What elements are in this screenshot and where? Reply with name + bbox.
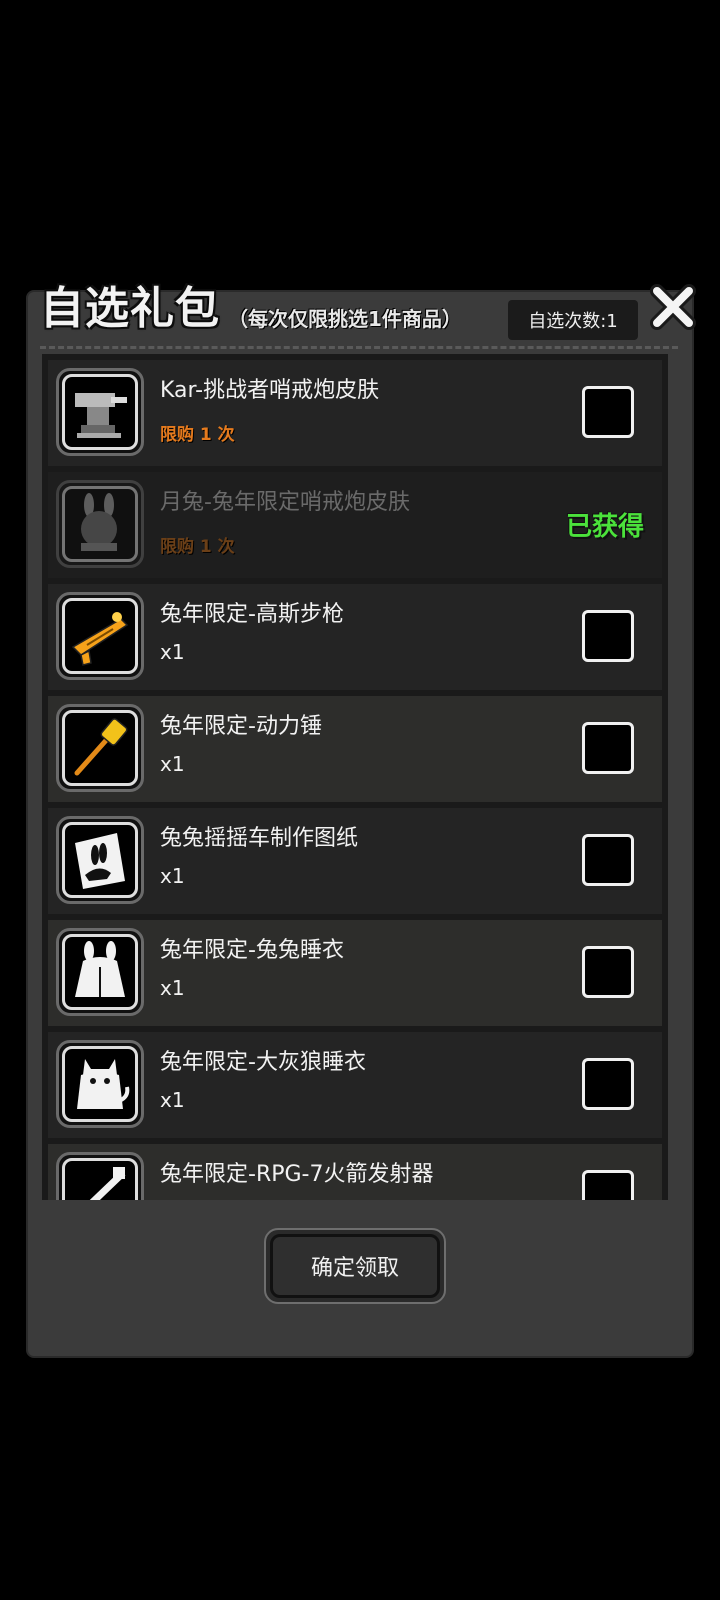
- item-icon-frame: [56, 1152, 144, 1200]
- rpg-launcher-icon: [89, 1167, 126, 1200]
- item-icon-frame: [56, 928, 144, 1016]
- item-icon-frame: [56, 1040, 144, 1128]
- item-quantity: x1: [160, 752, 185, 776]
- item-quantity: x1: [160, 864, 185, 888]
- item-icon-frame: [56, 704, 144, 792]
- item-name: 兔年限定-高斯步枪: [160, 602, 344, 627]
- item-name: 兔年限定-大灰狼睡衣: [160, 1050, 366, 1075]
- item-name: 兔年限定-动力锤: [160, 714, 322, 739]
- list-item: 兔兔摇摇车制作图纸 x1: [48, 808, 662, 914]
- confirm-claim-button[interactable]: 确定领取: [264, 1228, 446, 1304]
- item-name: Kar-挑战者哨戒炮皮肤: [160, 378, 380, 403]
- select-checkbox[interactable]: [582, 610, 634, 662]
- close-icon: [650, 284, 696, 330]
- item-limit: 限购 1 次: [160, 537, 235, 557]
- item-list[interactable]: Kar-挑战者哨戒炮皮肤 限购 1 次 月兔-兔年限定哨戒炮皮肤 限购 1 次 …: [42, 354, 668, 1200]
- select-checkbox[interactable]: [582, 722, 634, 774]
- obtained-badge: 已获得: [566, 512, 645, 542]
- turret-icon: [75, 393, 127, 438]
- item-name: 兔年限定-兔兔睡衣: [160, 938, 344, 963]
- list-item: 兔年限定-大灰狼睡衣 x1: [48, 1032, 662, 1138]
- gauss-rifle-icon: [71, 612, 129, 666]
- blueprint-icon: [75, 833, 125, 889]
- close-button[interactable]: [644, 278, 702, 336]
- list-item: 兔年限定-RPG-7火箭发射器: [48, 1144, 662, 1200]
- item-quantity: x1: [160, 640, 185, 664]
- item-icon-frame: [56, 816, 144, 904]
- select-checkbox[interactable]: [582, 1170, 634, 1200]
- list-item: 兔年限定-兔兔睡衣 x1: [48, 920, 662, 1026]
- rabbit-turret-icon: [81, 493, 117, 551]
- item-icon-frame: [56, 368, 144, 456]
- item-name: 月兔-兔年限定哨戒炮皮肤: [160, 490, 410, 515]
- rabbit-pajamas-icon: [75, 941, 125, 997]
- dialog-header: 自选礼包 （每次仅限挑选1件商品）: [40, 283, 462, 336]
- list-item: Kar-挑战者哨戒炮皮肤 限购 1 次: [48, 360, 662, 466]
- item-quantity: x1: [160, 1088, 185, 1112]
- dialog-subtitle: （每次仅限挑选1件商品）: [228, 307, 462, 331]
- item-name: 兔年限定-RPG-7火箭发射器: [160, 1162, 434, 1187]
- select-checkbox[interactable]: [582, 834, 634, 886]
- select-checkbox[interactable]: [582, 946, 634, 998]
- item-name: 兔兔摇摇车制作图纸: [160, 826, 359, 851]
- item-quantity: x1: [160, 976, 185, 1000]
- select-checkbox[interactable]: [582, 386, 634, 438]
- item-icon-frame: [56, 480, 144, 568]
- gift-pack-dialog: 自选礼包 （每次仅限挑选1件商品） 自选次数:1 Kar-挑战者哨戒炮皮肤 限购…: [26, 283, 696, 1358]
- dialog-title: 自选礼包: [40, 283, 220, 334]
- list-item: 兔年限定-高斯步枪 x1: [48, 584, 662, 690]
- header-divider: [40, 346, 678, 349]
- power-hammer-icon: [74, 718, 128, 776]
- wolf-pajamas-icon: [77, 1059, 130, 1109]
- confirm-claim-label: 确定领取: [270, 1234, 440, 1298]
- item-icon-frame: [56, 592, 144, 680]
- select-checkbox[interactable]: [582, 1058, 634, 1110]
- list-item: 兔年限定-动力锤 x1: [48, 696, 662, 802]
- selection-count-badge: 自选次数:1: [508, 300, 638, 340]
- list-item: 月兔-兔年限定哨戒炮皮肤 限购 1 次 已获得: [48, 472, 662, 578]
- item-limit: 限购 1 次: [160, 425, 235, 445]
